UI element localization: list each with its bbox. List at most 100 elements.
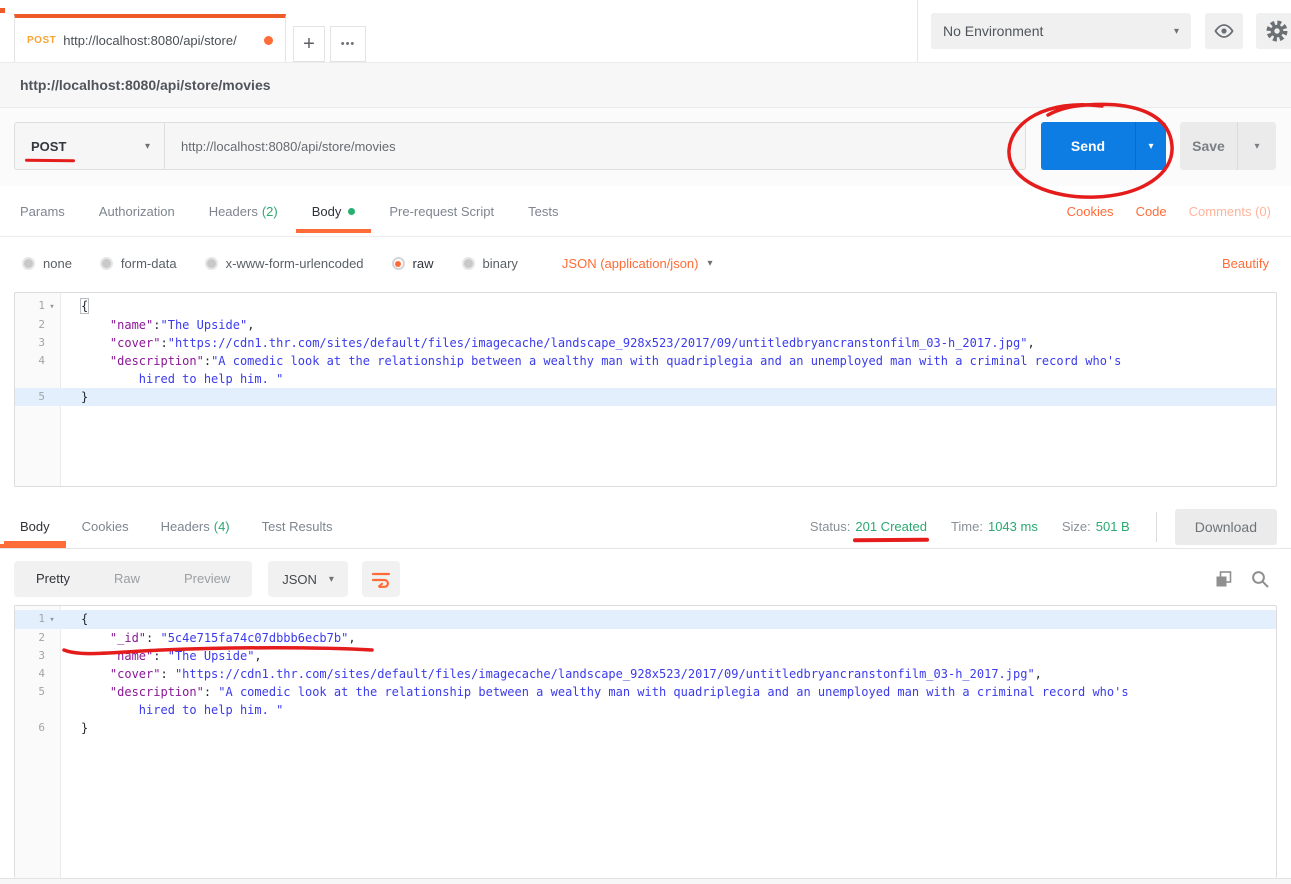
line-number: 1▾ [15, 610, 61, 629]
code-line: 5 "description": "A comedic look at the … [15, 683, 1276, 719]
size-value: 501 B [1096, 519, 1130, 534]
body-type-row: none form-data x-www-form-urlencoded raw… [0, 237, 1291, 290]
code-line: 1▾{ [15, 297, 1276, 316]
chevron-down-icon: ▾ [1254, 141, 1259, 152]
response-tab-cookies[interactable]: Cookies [82, 505, 129, 548]
tab-bar: POST http://localhost:8080/api/store/ + … [0, 0, 1291, 62]
environment-quick-look-button[interactable] [1205, 13, 1243, 49]
request-title-bar: http://localhost:8080/api/store/movies [0, 62, 1291, 108]
save-split-button: Save ▾ [1180, 122, 1276, 170]
unsaved-changes-dot [264, 36, 273, 45]
partial-tab-indicator [0, 8, 5, 13]
code-line: 1▾{ [15, 610, 1276, 629]
header-divider [917, 0, 918, 62]
code-line-content: "name": "The Upside", [61, 647, 1276, 665]
download-button[interactable]: Download [1175, 509, 1277, 545]
response-meta: Status:201 Created Time:1043 ms Size:501… [786, 509, 1277, 545]
copy-button[interactable] [1214, 570, 1233, 589]
request-tabs-right: Cookies Code Comments (0) [1067, 204, 1271, 219]
chevron-down-icon: ▾ [1174, 26, 1179, 37]
radio-icon [205, 257, 218, 270]
code-line-content: "cover":"https://cdn1.thr.com/sites/defa… [61, 334, 1276, 352]
copy-icon [1214, 570, 1233, 589]
radio-icon [462, 257, 475, 270]
method-selector[interactable]: POST ▾ [15, 123, 165, 169]
radio-raw[interactable]: raw [392, 256, 434, 271]
wrap-text-button[interactable] [362, 561, 400, 597]
code-line-content: "description":"A comedic look at the rel… [61, 352, 1276, 388]
beautify-link[interactable]: Beautify [1222, 256, 1269, 271]
tab-params-label: Params [20, 204, 65, 219]
cookies-link[interactable]: Cookies [1067, 204, 1114, 219]
send-button[interactable]: Send [1041, 122, 1135, 170]
response-tab-body[interactable]: Body [20, 505, 50, 548]
comments-link[interactable]: Comments (0) [1189, 204, 1271, 219]
response-headers-count-badge: (4) [214, 519, 230, 534]
tab-url-label: http://localhost:8080/api/store/ [63, 33, 258, 48]
size-meta: Size:501 B [1062, 519, 1130, 534]
url-input[interactable]: http://localhost:8080/api/store/movies [165, 123, 1025, 169]
radio-urlencoded[interactable]: x-www-form-urlencoded [205, 256, 364, 271]
request-tab[interactable]: POST http://localhost:8080/api/store/ [14, 14, 286, 62]
view-preview[interactable]: Preview [162, 561, 252, 597]
line-number: 2 [15, 316, 61, 334]
radio-icon [100, 257, 113, 270]
wrap-text-icon [371, 571, 391, 588]
content-type-selector[interactable]: JSON (application/json) ▾ [562, 256, 713, 271]
line-number: 5 [15, 683, 61, 719]
response-tab-headers[interactable]: Headers (4) [161, 505, 230, 548]
response-tab-test-results[interactable]: Test Results [262, 505, 333, 548]
status-value: 201 Created [855, 519, 927, 534]
request-body-editor[interactable]: 1▾{2 "name":"The Upside",3 "cover":"http… [14, 292, 1277, 487]
tab-options-button[interactable]: ••• [330, 26, 366, 62]
search-button[interactable] [1251, 570, 1269, 588]
code-line-content: "_id": "5c4e715fa74c07dbbb6ecb7b", [61, 629, 1276, 647]
method-label: POST [31, 139, 66, 154]
tab-params[interactable]: Params [20, 186, 65, 236]
save-options-button[interactable]: ▾ [1237, 122, 1276, 170]
save-button[interactable]: Save [1180, 122, 1237, 170]
line-number: 3 [15, 647, 61, 665]
code-link[interactable]: Code [1136, 204, 1167, 219]
line-number: 6 [15, 719, 61, 737]
response-format-label: JSON [282, 572, 317, 587]
environment-selector[interactable]: No Environment ▾ [931, 13, 1191, 49]
tab-authorization-label: Authorization [99, 204, 175, 219]
url-value: http://localhost:8080/api/store/movies [181, 139, 396, 154]
response-body-editor[interactable]: 1▾{2 "_id": "5c4e715fa74c07dbbb6ecb7b",3… [14, 605, 1277, 878]
radio-none[interactable]: none [22, 256, 72, 271]
tab-headers[interactable]: Headers(2) [209, 186, 278, 236]
code-line: 2 "_id": "5c4e715fa74c07dbbb6ecb7b", [15, 629, 1276, 647]
response-tab-test-results-label: Test Results [262, 519, 333, 534]
response-format-selector[interactable]: JSON ▾ [268, 561, 348, 597]
radio-binary-label: binary [483, 256, 518, 271]
code-line-content: } [61, 719, 1276, 737]
radio-form-data-label: form-data [121, 256, 177, 271]
response-view-switch: Pretty Raw Preview [14, 561, 252, 597]
body-filled-dot [348, 208, 355, 215]
status-meta: Status:201 Created [810, 519, 927, 534]
radio-form-data[interactable]: form-data [100, 256, 177, 271]
tab-pre-request-script[interactable]: Pre-request Script [389, 186, 494, 236]
meta-divider [1156, 512, 1157, 542]
chevron-down-icon: ▾ [1148, 141, 1153, 152]
radio-none-label: none [43, 256, 72, 271]
line-number: 3 [15, 334, 61, 352]
view-pretty[interactable]: Pretty [14, 561, 92, 597]
time-value: 1043 ms [988, 519, 1038, 534]
code-line: 2 "name":"The Upside", [15, 316, 1276, 334]
code-line-content: "description": "A comedic look at the re… [61, 683, 1276, 719]
radio-binary[interactable]: binary [462, 256, 518, 271]
line-number: 4 [15, 352, 61, 388]
tab-tests[interactable]: Tests [528, 186, 558, 236]
view-raw[interactable]: Raw [92, 561, 162, 597]
tab-body[interactable]: Body [312, 186, 356, 236]
settings-button[interactable] [1256, 13, 1291, 49]
code-line: 4 "cover": "https://cdn1.thr.com/sites/d… [15, 665, 1276, 683]
send-options-button[interactable]: ▾ [1135, 122, 1166, 170]
code-line-content: "name":"The Upside", [61, 316, 1276, 334]
response-tab-headers-label: Headers [161, 519, 210, 534]
new-tab-button[interactable]: + [293, 26, 325, 62]
tab-authorization[interactable]: Authorization [99, 186, 175, 236]
chevron-down-icon: ▾ [707, 258, 712, 269]
